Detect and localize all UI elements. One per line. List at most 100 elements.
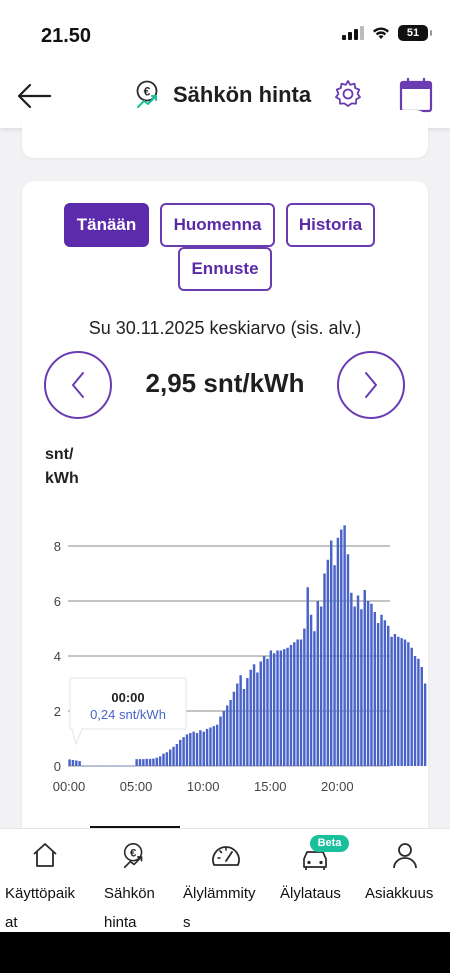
price-bar[interactable] <box>366 601 370 766</box>
price-bar[interactable] <box>407 642 410 766</box>
price-bar[interactable] <box>417 658 420 766</box>
price-bar[interactable] <box>101 765 105 767</box>
price-bar[interactable] <box>252 664 256 766</box>
price-bar[interactable] <box>239 675 242 766</box>
price-bar[interactable] <box>259 661 262 767</box>
price-bar[interactable] <box>340 529 343 767</box>
price-bar[interactable] <box>249 669 252 766</box>
tab-history[interactable]: Historia <box>286 203 375 247</box>
price-bar[interactable] <box>138 759 142 767</box>
price-bar[interactable] <box>122 765 125 767</box>
nav-item-smart-heating[interactable]: Älylämmity s <box>180 829 272 933</box>
back-button[interactable] <box>14 78 54 114</box>
price-bar[interactable] <box>145 758 148 766</box>
price-bar[interactable] <box>387 625 390 766</box>
price-bar[interactable] <box>215 724 219 766</box>
price-bar[interactable] <box>142 759 145 767</box>
price-bar[interactable] <box>118 765 122 767</box>
price-bar[interactable] <box>286 647 289 766</box>
price-bar[interactable] <box>88 765 91 767</box>
price-bar[interactable] <box>98 765 101 767</box>
price-bar[interactable] <box>205 728 209 767</box>
price-bar[interactable] <box>283 649 286 767</box>
price-bar[interactable] <box>376 623 380 766</box>
price-bar[interactable] <box>413 656 417 766</box>
price-bar[interactable] <box>350 592 353 766</box>
price-bar[interactable] <box>256 672 259 767</box>
price-bar[interactable] <box>182 737 185 767</box>
price-bar[interactable] <box>162 753 165 767</box>
price-bar[interactable] <box>219 716 222 767</box>
price-bar[interactable] <box>289 645 293 766</box>
price-bar[interactable] <box>279 650 283 767</box>
price-bar[interactable] <box>175 744 179 766</box>
price-bar[interactable] <box>202 731 205 767</box>
price-bar[interactable] <box>316 601 320 766</box>
price-bar[interactable] <box>195 733 199 766</box>
price-bar[interactable] <box>78 761 81 766</box>
price-bar[interactable] <box>276 650 279 767</box>
calendar-icon[interactable] <box>399 77 433 113</box>
price-bar[interactable] <box>323 573 326 767</box>
price-bar[interactable] <box>68 759 71 766</box>
price-bar[interactable] <box>165 752 169 766</box>
price-bar[interactable] <box>185 734 189 767</box>
price-bar[interactable] <box>168 749 172 767</box>
nav-item-locations[interactable]: Käyttöpaik at <box>0 829 90 933</box>
price-bar[interactable] <box>158 756 162 767</box>
price-bar[interactable] <box>313 631 316 766</box>
price-bar[interactable] <box>246 678 249 766</box>
price-bar[interactable] <box>329 540 333 767</box>
price-bar[interactable] <box>172 746 175 766</box>
price-bar[interactable] <box>266 658 269 766</box>
price-bar[interactable] <box>222 711 226 766</box>
price-bar[interactable] <box>105 765 108 767</box>
tab-forecast[interactable]: Ennuste <box>178 247 272 291</box>
price-bar[interactable] <box>236 683 239 767</box>
price-bar[interactable] <box>296 639 299 767</box>
price-bar[interactable] <box>209 727 212 767</box>
price-chart[interactable]: 0 2 4 6 8 00:00 05:00 10:00 15:00 20:00 00:00 0,24 … <box>0 500 450 810</box>
price-bar[interactable] <box>380 614 383 766</box>
price-bar[interactable] <box>128 765 132 767</box>
price-bar[interactable] <box>423 683 427 767</box>
price-bar[interactable] <box>293 642 296 766</box>
price-bar[interactable] <box>125 765 128 767</box>
price-bar[interactable] <box>108 765 112 767</box>
price-bar[interactable] <box>306 587 309 766</box>
next-day-button[interactable] <box>337 351 405 419</box>
price-bar[interactable] <box>242 689 246 766</box>
price-bar[interactable] <box>71 759 75 766</box>
price-bar[interactable] <box>75 760 78 767</box>
price-bar[interactable] <box>152 758 155 766</box>
price-bar[interactable] <box>393 634 397 766</box>
price-bar[interactable] <box>212 726 216 767</box>
price-bar[interactable] <box>262 656 266 766</box>
price-bar[interactable] <box>346 554 350 766</box>
price-bar[interactable] <box>336 537 340 766</box>
price-bar[interactable] <box>95 765 98 767</box>
gear-icon[interactable] <box>332 78 364 110</box>
price-bar[interactable] <box>135 759 138 767</box>
price-bar[interactable] <box>111 765 115 767</box>
price-bar[interactable] <box>226 705 229 767</box>
nav-item-account[interactable]: Asiakkuus <box>360 829 450 933</box>
price-bar[interactable] <box>115 765 118 767</box>
price-bar[interactable] <box>192 731 195 767</box>
price-bar[interactable] <box>420 667 423 766</box>
price-bar[interactable] <box>363 590 366 766</box>
price-bar[interactable] <box>132 765 135 767</box>
price-bar[interactable] <box>383 620 387 766</box>
price-bar[interactable] <box>272 653 276 766</box>
tab-tomorrow[interactable]: Huomenna <box>160 203 275 247</box>
price-bar[interactable] <box>319 606 323 767</box>
price-bar[interactable] <box>373 612 377 766</box>
price-bar[interactable] <box>410 647 413 766</box>
price-bar[interactable] <box>148 758 152 766</box>
price-bar[interactable] <box>400 638 403 767</box>
price-bar[interactable] <box>81 765 85 767</box>
price-bar[interactable] <box>189 733 192 766</box>
price-bar[interactable] <box>326 559 330 766</box>
price-bar[interactable] <box>353 606 356 767</box>
price-bar[interactable] <box>179 739 182 767</box>
